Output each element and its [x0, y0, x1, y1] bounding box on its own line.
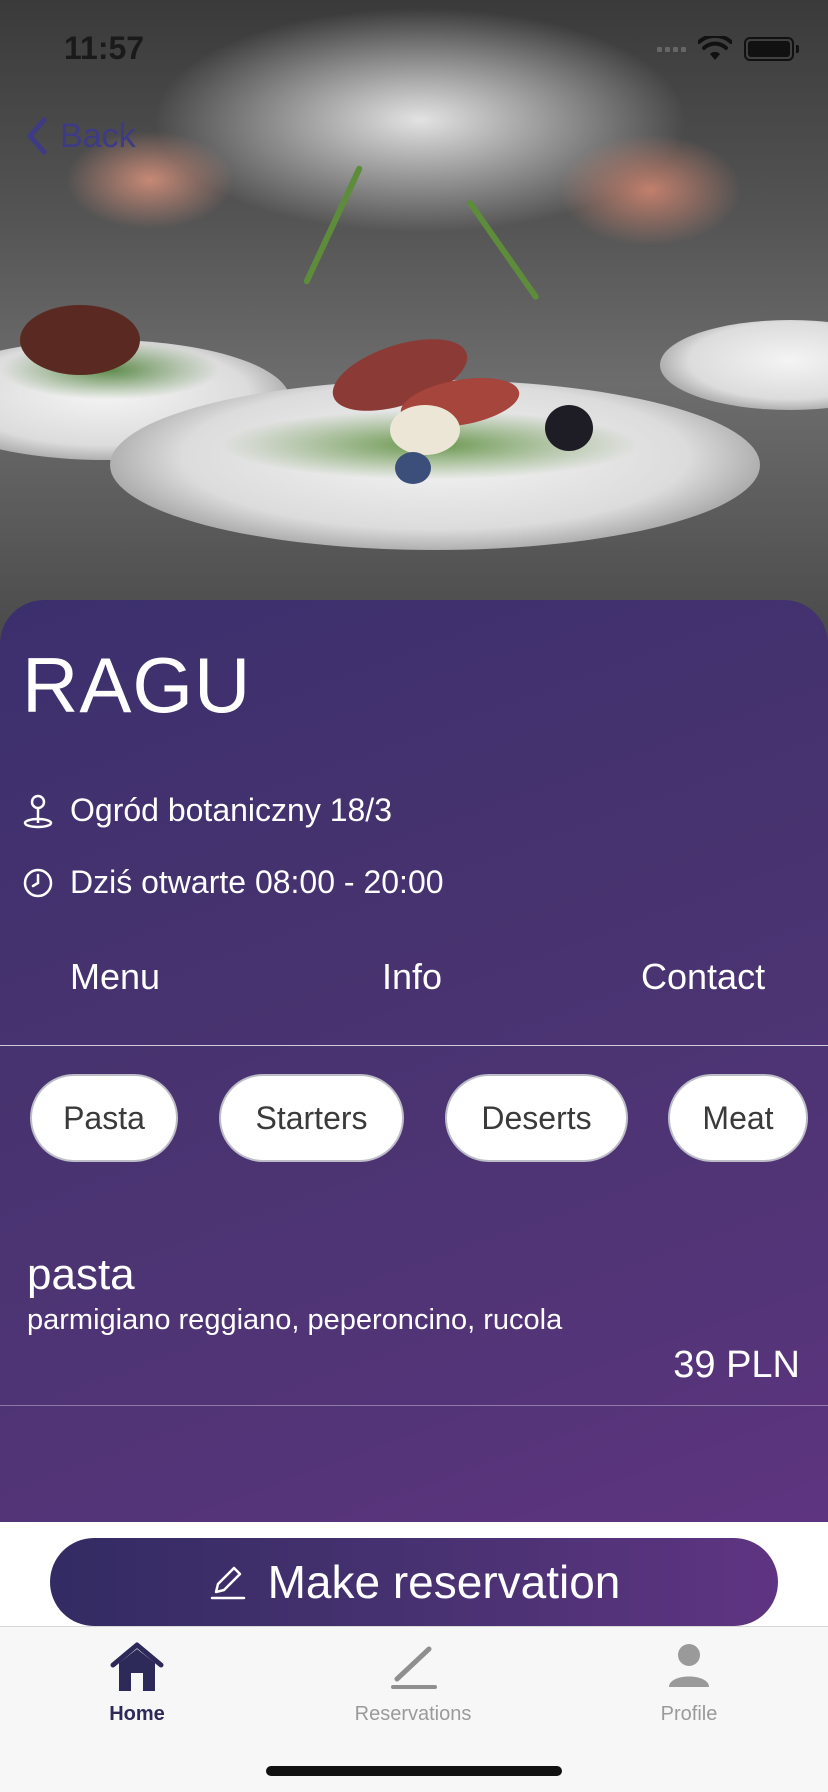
- house-icon: [110, 1642, 164, 1691]
- back-label: Back: [60, 116, 136, 155]
- category-chip-starters[interactable]: Starters: [219, 1074, 404, 1162]
- tabbar-label-reservations: Reservations: [354, 1703, 472, 1725]
- wifi-icon: [698, 36, 732, 60]
- pencil-icon: [391, 1646, 437, 1689]
- category-chip-deserts[interactable]: Deserts: [445, 1074, 628, 1162]
- hours-row: Dziś otwarte 08:00 - 20:00: [22, 864, 444, 901]
- opening-hours: Dziś otwarte 08:00 - 20:00: [70, 864, 444, 900]
- status-time: 11:57: [64, 30, 145, 66]
- tabbar-item-home[interactable]: Home: [47, 1641, 227, 1726]
- tabbar-label-profile: Profile: [660, 1703, 718, 1725]
- address-row: Ogród botaniczny 18/3: [22, 792, 392, 829]
- signal-icon: [657, 46, 686, 52]
- menu-item-name: pasta: [27, 1250, 135, 1299]
- status-bar: 11:57: [0, 0, 828, 100]
- tabbar-item-profile[interactable]: Profile: [599, 1641, 779, 1726]
- category-chip-pasta[interactable]: Pasta: [30, 1074, 178, 1162]
- detail-tabs: Menu Info Contact: [0, 956, 828, 1046]
- tab-contact[interactable]: Contact: [641, 956, 765, 998]
- tab-menu[interactable]: Menu: [70, 956, 160, 998]
- menu-item-price: 39 PLN: [673, 1344, 800, 1386]
- tabbar-label-home: Home: [109, 1703, 165, 1725]
- tabbar-item-reservations[interactable]: Reservations: [323, 1641, 503, 1726]
- location-pin-icon: [23, 794, 53, 828]
- pencil-icon: [210, 1566, 245, 1600]
- tab-info[interactable]: Info: [382, 956, 442, 998]
- make-reservation-button[interactable]: Make reservation: [50, 1538, 778, 1626]
- restaurant-details-panel: RAGU Ogród botaniczny 18/3 Dziś otwarte …: [0, 600, 828, 1522]
- plate-right: [660, 320, 828, 410]
- menu-item[interactable]: pasta parmigiano reggiano, peperoncino, …: [0, 1240, 828, 1406]
- back-button[interactable]: Back: [24, 116, 136, 156]
- menu-item-description: parmigiano reggiano, peperoncino, rucola: [27, 1304, 563, 1336]
- chevron-left-icon: [27, 117, 47, 155]
- battery-icon: [744, 37, 799, 61]
- status-icons: [657, 36, 799, 62]
- restaurant-name: RAGU: [22, 641, 252, 729]
- category-chip-meat[interactable]: Meat: [668, 1074, 808, 1162]
- clock-icon: [23, 868, 53, 897]
- person-icon: [669, 1644, 709, 1687]
- restaurant-address: Ogród botaniczny 18/3: [70, 792, 392, 828]
- make-reservation-label: Make reservation: [267, 1556, 621, 1608]
- category-chips: Pasta Starters Deserts Meat: [0, 1074, 828, 1164]
- home-indicator: [266, 1766, 562, 1776]
- reservation-bar: Make reservation: [0, 1522, 828, 1626]
